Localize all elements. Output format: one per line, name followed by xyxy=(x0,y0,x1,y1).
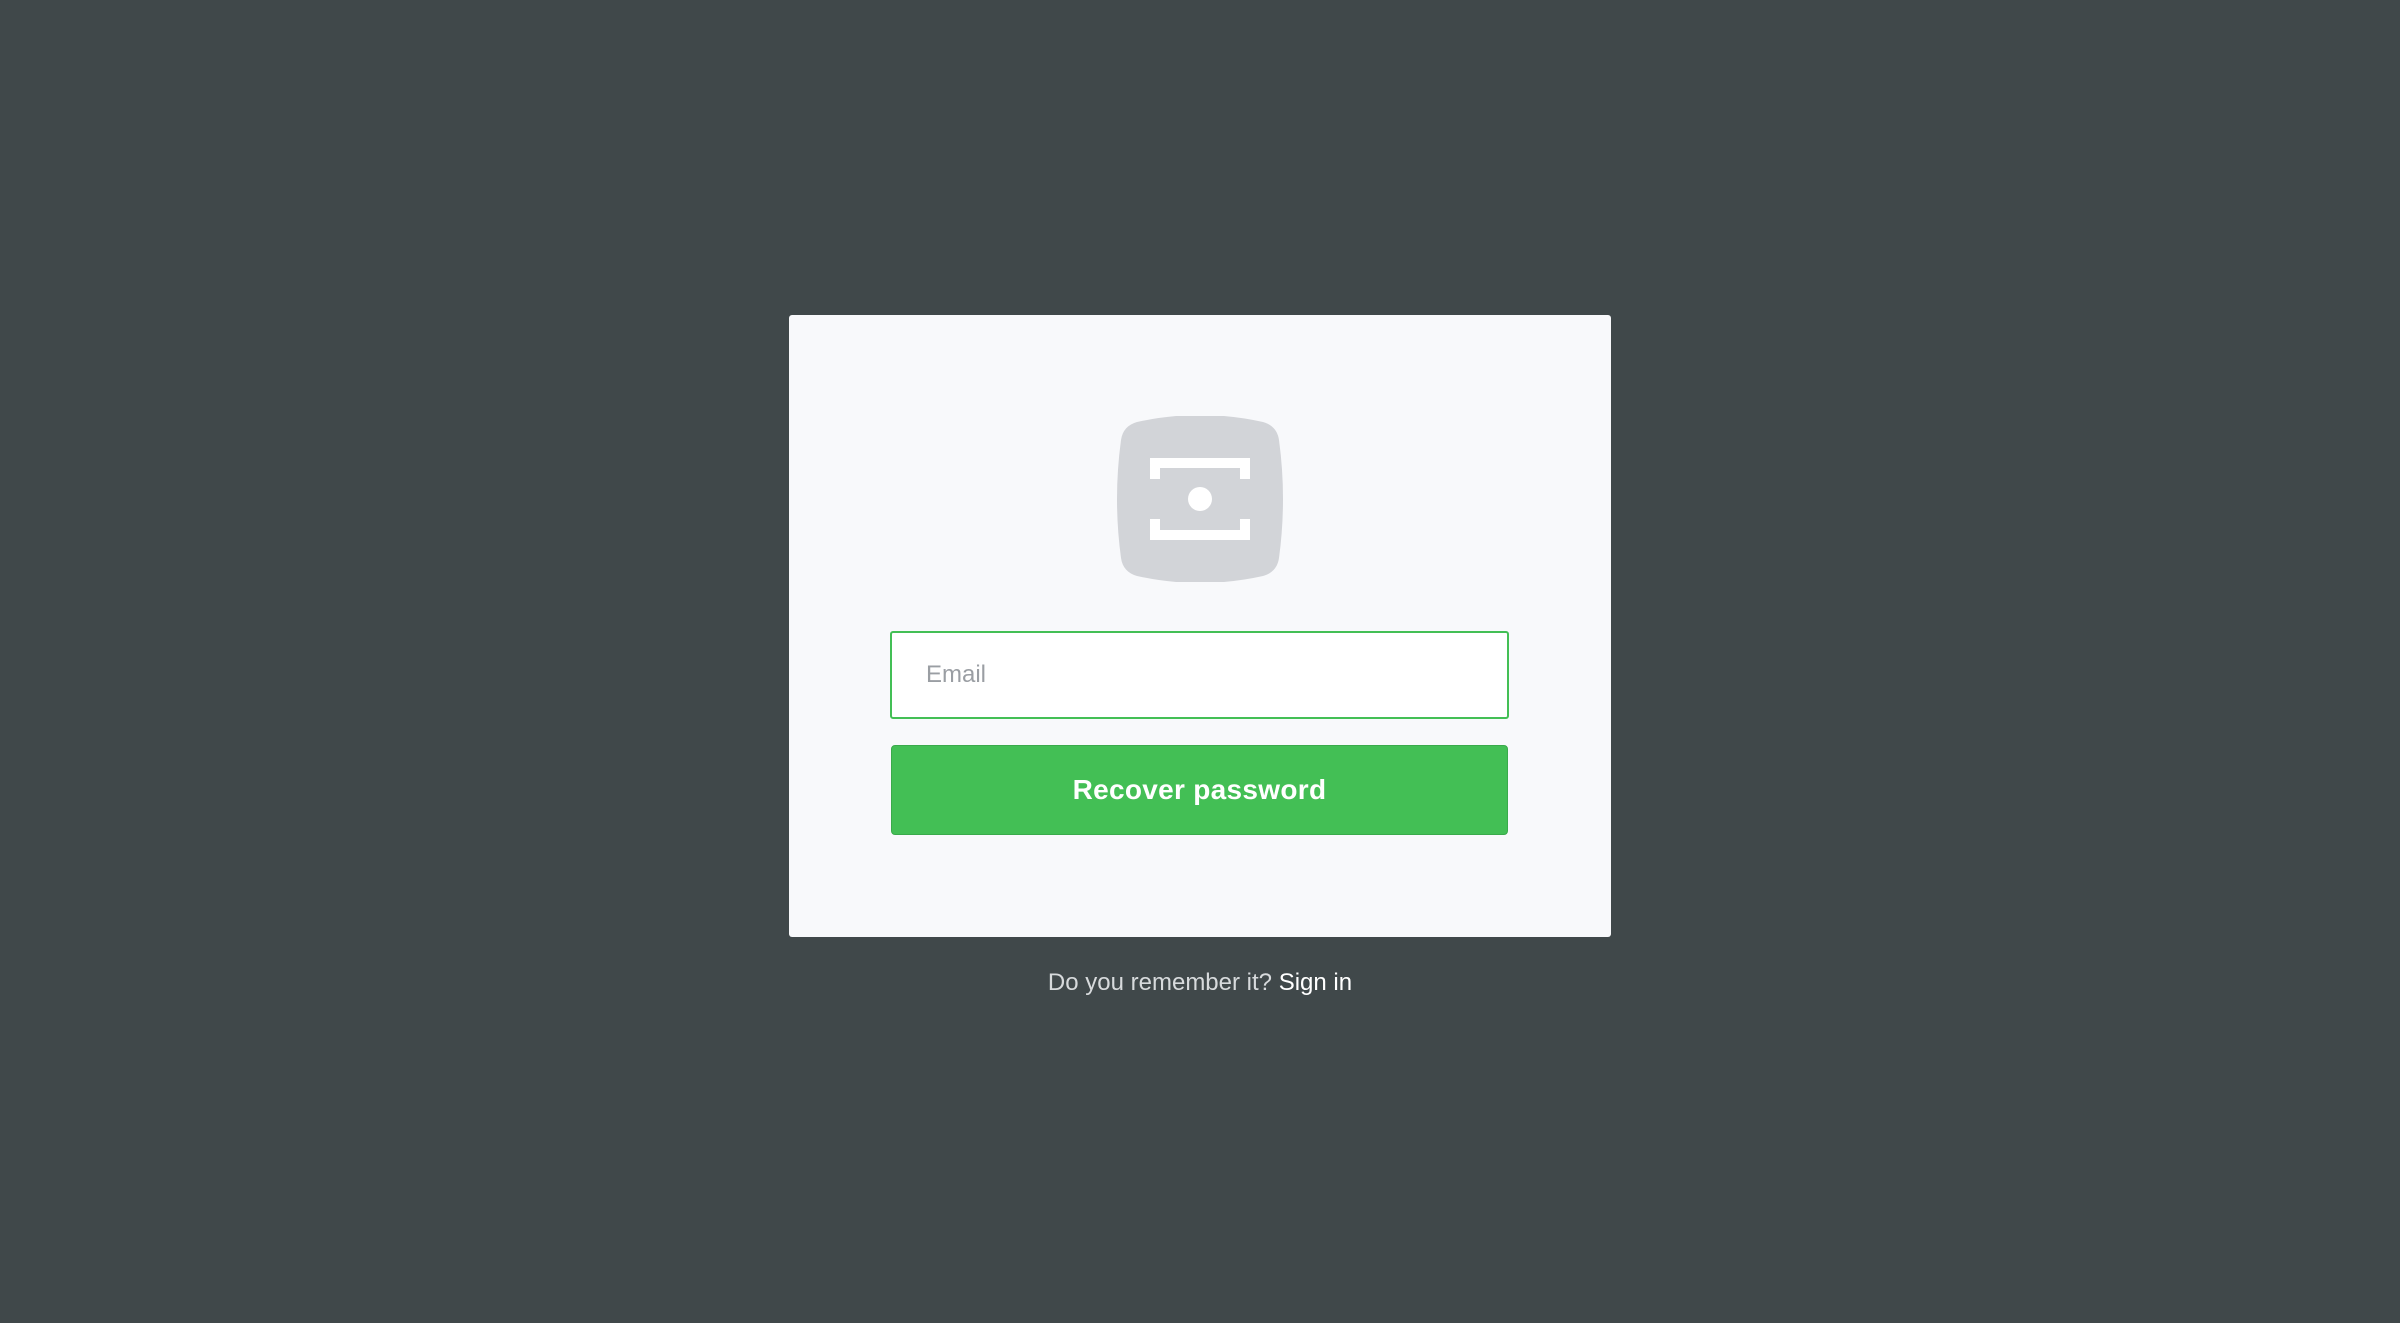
recover-password-page: Recover password Do you remember it? Sig… xyxy=(0,0,2400,1323)
footer-signin-prompt: Do you remember it? Sign in xyxy=(0,969,2400,997)
email-input[interactable] xyxy=(890,631,1509,719)
recover-password-button[interactable]: Recover password xyxy=(891,745,1508,835)
sign-in-link[interactable]: Sign in xyxy=(1279,969,1352,996)
footer-prompt-text: Do you remember it? xyxy=(1047,969,1279,996)
money-bill-icon xyxy=(1117,416,1283,582)
recover-password-card: Recover password xyxy=(789,315,1611,937)
